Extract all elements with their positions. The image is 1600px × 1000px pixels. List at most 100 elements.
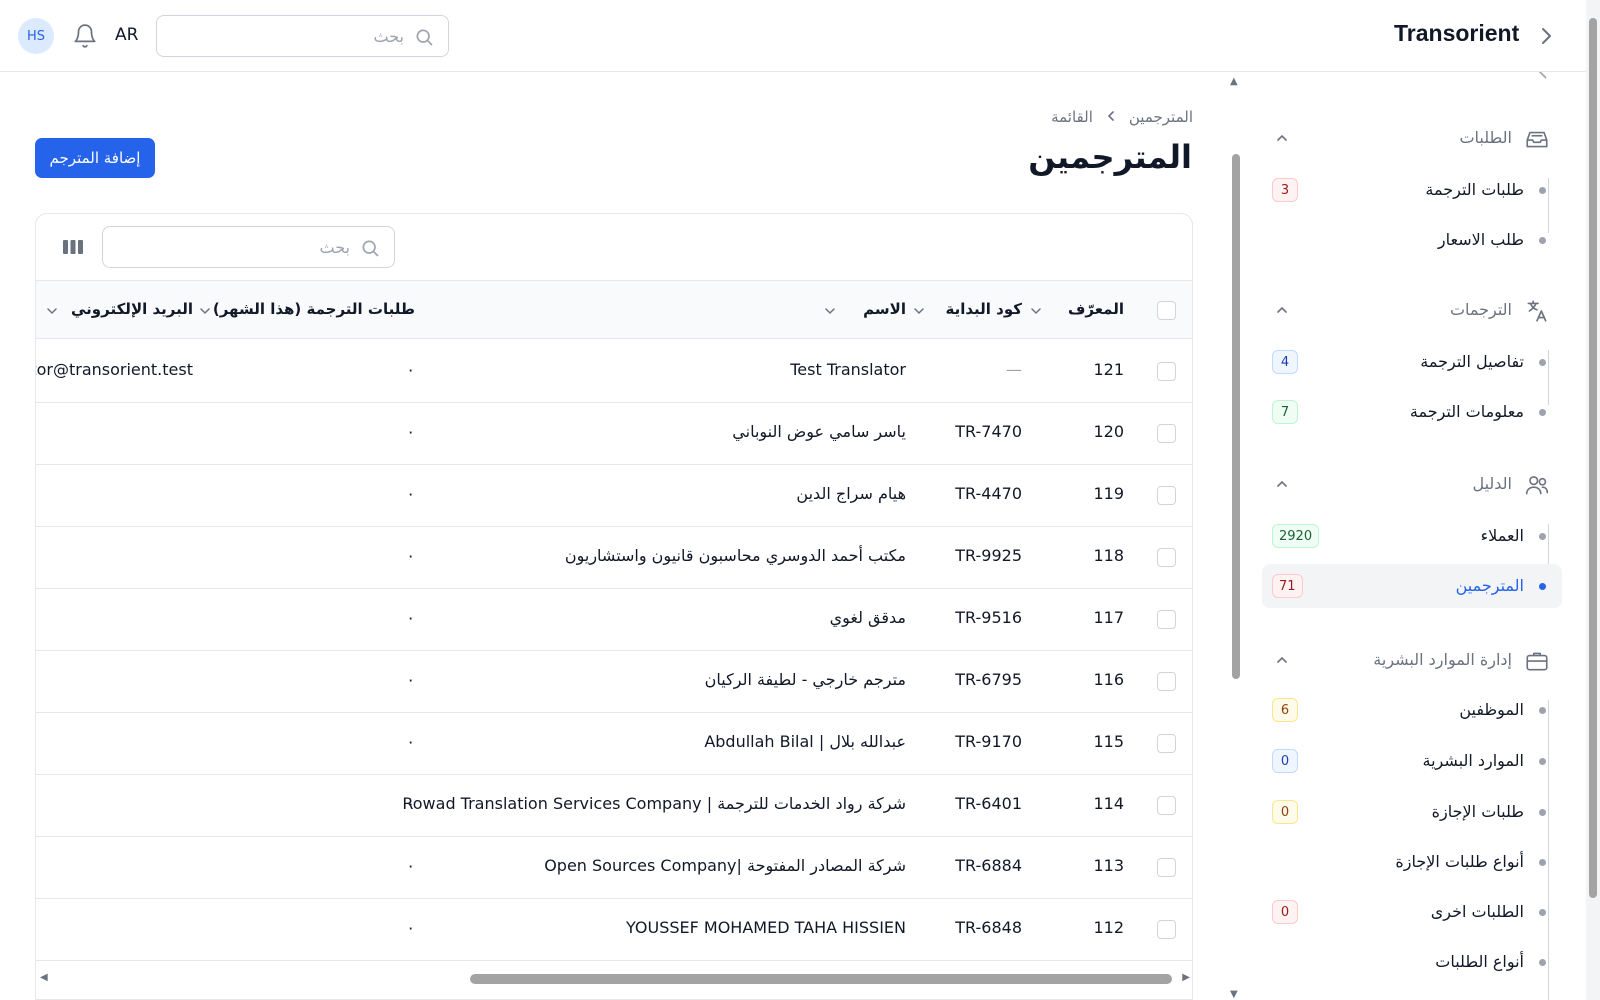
users-icon: [1524, 472, 1550, 498]
count-badge: 0: [1272, 900, 1298, 924]
table-row[interactable]: 120 TR-7470 ياسر سامي عوض النوباني ٠: [36, 402, 1192, 465]
page-scrollbar[interactable]: [1586, 0, 1600, 1000]
sidebar-item-leave-request-types[interactable]: أنواع طلبات الإجازة: [1262, 840, 1562, 884]
cell-id: 117: [1093, 608, 1124, 627]
sidebar-item-label: معلومات الترجمة: [1409, 402, 1524, 421]
sidebar-item-label: المترجمين: [1455, 576, 1524, 595]
column-header-name[interactable]: الاسم: [863, 300, 906, 318]
table-search-input[interactable]: [103, 227, 394, 267]
sidebar-item-clients[interactable]: العملاء 2920: [1262, 514, 1562, 558]
nav-group-title: الطلبات: [1459, 128, 1512, 147]
nav-group-header[interactable]: إدارة الموارد البشرية: [1248, 640, 1586, 680]
columns-icon[interactable]: [62, 238, 84, 256]
row-checkbox[interactable]: [1157, 486, 1176, 505]
sidebar-item-employees[interactable]: الموظفين 6: [1262, 688, 1562, 732]
sidebar-item-leave-requests[interactable]: طلبات الإجازة 0: [1262, 790, 1562, 834]
cell-name: YOUSSEF MOHAMED TAHA HISSIEN: [625, 918, 906, 937]
row-checkbox[interactable]: [1157, 920, 1176, 939]
translators-table: المعرّف كود البداية الاسم طلبات الترجمة …: [35, 213, 1193, 1000]
row-checkbox[interactable]: [1157, 424, 1176, 443]
chevron-down-icon[interactable]: [45, 303, 59, 317]
nav-group-requests: الطلبات طلبات الترجمة 3 طلب الاسعار: [1248, 118, 1586, 249]
chevron-right-icon[interactable]: [1536, 24, 1556, 48]
count-badge: 3: [1272, 178, 1298, 202]
cell-name: شركة رواد الخدمات للترجمة | Rowad Transl…: [402, 794, 906, 813]
sidebar-item-other-requests[interactable]: الطلبات اخرى 0: [1262, 890, 1562, 934]
sidebar-item-label: أنواع الطلبات: [1435, 952, 1524, 971]
nav-group-header[interactable]: الترجمات: [1248, 290, 1586, 330]
sidebar-scrollbar[interactable]: ▲ ▼: [1228, 72, 1244, 1000]
breadcrumb-item-translators[interactable]: المترجمين: [1129, 108, 1193, 126]
table-search[interactable]: [102, 226, 395, 268]
table-row[interactable]: 115 TR-9170 عبدالله بلال | Abdullah Bilal ٠: [36, 712, 1192, 775]
chevron-up-icon[interactable]: [1274, 652, 1290, 668]
nav-group-header[interactable]: الدليل: [1248, 464, 1586, 504]
chevron-down-icon[interactable]: [823, 303, 837, 317]
sidebar-item-label: طلبات الترجمة: [1425, 180, 1524, 199]
cell-name: ياسر سامي عوض النوباني: [732, 422, 906, 441]
cell-monthly-requests: ٠: [406, 360, 415, 379]
bell-icon[interactable]: [72, 22, 98, 50]
global-search[interactable]: [156, 15, 449, 57]
nav-group-title: الدليل: [1472, 474, 1512, 493]
table-row[interactable]: 113 TR-6884 شركة المصادر المفتوحة |Open So…: [36, 836, 1192, 899]
count-badge: 71: [1272, 574, 1303, 598]
horizontal-scrollbar[interactable]: ◀ ▶: [36, 969, 1192, 989]
sidebar-item-price-request[interactable]: طلب الاسعار: [1262, 218, 1562, 262]
language-switcher[interactable]: AR: [115, 25, 138, 45]
row-checkbox[interactable]: [1157, 734, 1176, 753]
table-row[interactable]: 119 TR-4470 هيام سراج الدين ٠: [36, 464, 1192, 527]
cell-monthly-requests: ٠: [406, 546, 415, 565]
cell-prefix: TR-9925: [955, 546, 1022, 565]
count-badge: 0: [1272, 800, 1298, 824]
cell-name: شركة المصادر المفتوحة |Open Sources Comp…: [544, 856, 906, 875]
row-checkbox[interactable]: [1157, 362, 1176, 381]
sidebar-item-request-types[interactable]: أنواع الطلبات: [1262, 940, 1562, 984]
cell-prefix: TR-6884: [955, 856, 1022, 875]
cell-monthly-requests: ٠: [406, 484, 415, 503]
table-row[interactable]: 121 — Test Translator ٠ translator@transorie…: [36, 340, 1192, 403]
table-row[interactable]: 118 TR-9925 مكتب أحمد الدوسري محاسبون قاني…: [36, 526, 1192, 589]
column-header-email[interactable]: البريد الإلكتروني: [71, 300, 193, 318]
add-translator-button[interactable]: إضافة المترجم: [35, 138, 155, 178]
row-checkbox[interactable]: [1157, 548, 1176, 567]
nav-group-header[interactable]: الطلبات: [1248, 118, 1586, 158]
row-checkbox[interactable]: [1157, 858, 1176, 877]
cell-monthly-requests: ٠: [406, 732, 415, 751]
cell-prefix: TR-9516: [955, 608, 1022, 627]
avatar[interactable]: HS: [18, 18, 54, 54]
breadcrumb-item-list: القائمة: [1051, 108, 1093, 126]
cell-monthly-requests: ٠: [406, 918, 415, 937]
chevron-up-icon[interactable]: [1274, 130, 1290, 146]
nav-group-translations: الترجمات تفاصيل الترجمة 4 معلومات الترجم…: [1248, 290, 1586, 424]
table-row[interactable]: 114 TR-6401 شركة رواد الخدمات للترجمة | Ro…: [36, 774, 1192, 837]
sidebar-item-translators[interactable]: المترجمين 71: [1262, 564, 1562, 608]
chevron-down-icon[interactable]: [198, 303, 212, 317]
select-all-checkbox[interactable]: [1157, 301, 1176, 320]
cell-name: هيام سراج الدين: [796, 484, 906, 503]
sidebar-item-translation-requests[interactable]: طلبات الترجمة 3: [1262, 168, 1562, 212]
table-row[interactable]: 112 TR-6848 YOUSSEF MOHAMED TAHA HISSIEN ٠: [36, 898, 1192, 961]
sidebar-item-translation-info[interactable]: معلومات الترجمة 7: [1262, 390, 1562, 434]
cell-id: 118: [1093, 546, 1124, 565]
sidebar-item-label: الموظفين: [1459, 700, 1524, 719]
chevron-down-icon[interactable]: [912, 303, 926, 317]
sidebar-item-translation-details[interactable]: تفاصيل الترجمة 4: [1262, 340, 1562, 384]
sidebar-item-human-resources[interactable]: الموارد البشرية 0: [1262, 739, 1562, 783]
table-row[interactable]: 116 TR-6795 مترجم خارجي - لطيفة الركيان ٠: [36, 650, 1192, 713]
search-icon: [414, 27, 434, 47]
cell-prefix: TR-6848: [955, 918, 1022, 937]
cell-monthly-requests: ٠: [406, 608, 415, 627]
column-header-prefix[interactable]: كود البداية: [946, 300, 1022, 318]
chevron-down-icon[interactable]: [1029, 303, 1043, 317]
global-search-input[interactable]: [157, 16, 448, 56]
chevron-up-icon[interactable]: [1274, 476, 1290, 492]
cell-prefix: TR-6401: [955, 794, 1022, 813]
row-checkbox[interactable]: [1157, 610, 1176, 629]
chevron-up-icon[interactable]: [1274, 302, 1290, 318]
row-checkbox[interactable]: [1157, 796, 1176, 815]
table-row[interactable]: 117 TR-9516 مدقق لغوي ٠: [36, 588, 1192, 651]
column-header-id[interactable]: المعرّف: [1068, 300, 1124, 318]
row-checkbox[interactable]: [1157, 672, 1176, 691]
column-header-monthly-requests[interactable]: طلبات الترجمة (هذا الشهر): [213, 300, 415, 318]
